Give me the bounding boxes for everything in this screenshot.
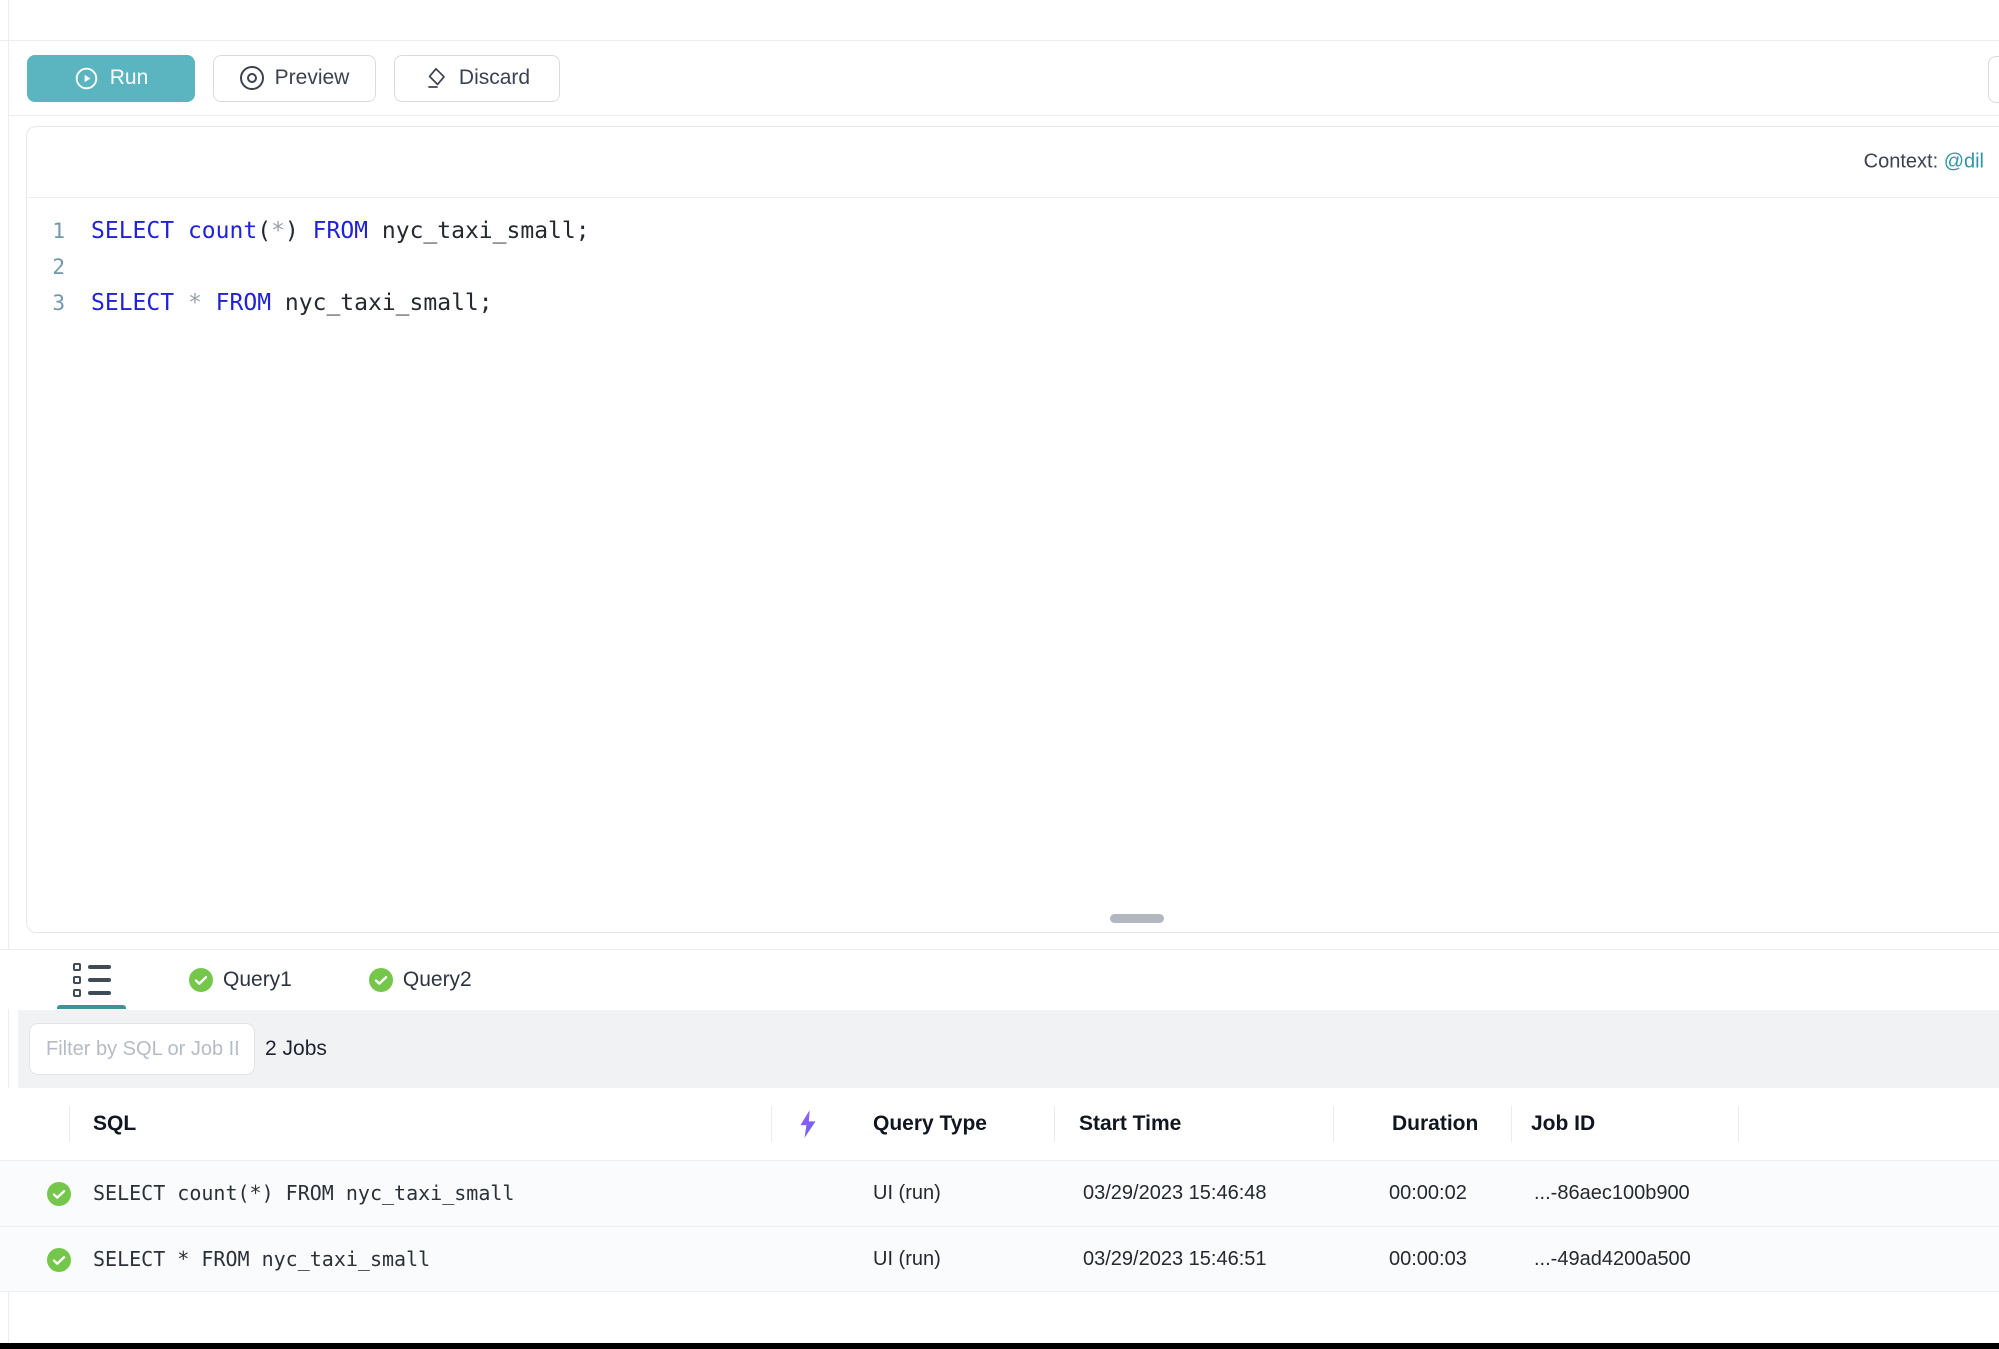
tab-query2[interactable]: Query2 bbox=[369, 950, 472, 1009]
success-check-icon bbox=[47, 1248, 71, 1272]
active-tab-underline bbox=[57, 1005, 126, 1009]
preview-icon bbox=[240, 66, 264, 90]
code-text: SELECT * FROM nyc_taxi_small; bbox=[91, 285, 493, 321]
editor-context-bar: Context: @dil bbox=[27, 127, 1999, 198]
code-line: 1 SELECT count(*) FROM nyc_taxi_small; bbox=[27, 213, 1999, 249]
bottom-screen-edge bbox=[0, 1343, 1999, 1349]
query-tabs: Query1 Query2 bbox=[189, 950, 472, 1009]
preview-button[interactable]: Preview bbox=[213, 55, 376, 102]
run-button-label: Run bbox=[110, 66, 149, 90]
jobs-table: SQL Query Type Start Time Duration Job I… bbox=[0, 1088, 1999, 1292]
jobs-count: 2 Jobs bbox=[265, 1010, 327, 1088]
results-tabs-bar: Query1 Query2 bbox=[0, 950, 1999, 1009]
run-button[interactable]: Run bbox=[27, 55, 195, 102]
header-query-type: Query Type bbox=[873, 1088, 987, 1160]
column-resize-handle bbox=[1054, 1106, 1055, 1142]
discard-button-label: Discard bbox=[459, 66, 530, 90]
code-line: 2 bbox=[27, 249, 1999, 285]
clipped-toolbar-button[interactable] bbox=[1988, 56, 1999, 103]
cell-job-id: ...-86aec100b900 bbox=[1534, 1161, 1690, 1225]
jobs-table-header: SQL Query Type Start Time Duration Job I… bbox=[0, 1088, 1999, 1160]
header-sql: SQL bbox=[93, 1088, 136, 1160]
header-duration: Duration bbox=[1392, 1088, 1478, 1160]
code-line: 3 SELECT * FROM nyc_taxi_small; bbox=[27, 285, 1999, 321]
tab-label: Query2 bbox=[403, 968, 472, 992]
line-number: 1 bbox=[27, 213, 65, 249]
editor-toolbar: Run Preview Discard bbox=[9, 41, 1999, 116]
lightning-icon bbox=[795, 1109, 821, 1139]
code-lines: 1 SELECT count(*) FROM nyc_taxi_small; 2… bbox=[27, 213, 1999, 321]
cell-query-type: UI (run) bbox=[873, 1161, 941, 1225]
context-link[interactable]: @dil bbox=[1944, 151, 1984, 173]
code-text: SELECT count(*) FROM nyc_taxi_small; bbox=[91, 213, 590, 249]
column-resize-handle bbox=[1738, 1106, 1739, 1142]
success-check-icon bbox=[47, 1182, 71, 1206]
cell-start-time: 03/29/2023 15:46:51 bbox=[1083, 1227, 1267, 1291]
column-resize-handle bbox=[1333, 1106, 1334, 1142]
tab-query1[interactable]: Query1 bbox=[189, 950, 292, 1009]
filter-input[interactable] bbox=[29, 1023, 255, 1075]
column-resize-handle bbox=[69, 1106, 70, 1142]
success-check-icon bbox=[369, 968, 393, 992]
preview-button-label: Preview bbox=[275, 66, 350, 90]
header-start-time: Start Time bbox=[1079, 1088, 1181, 1160]
panel-resize-handle[interactable] bbox=[1110, 914, 1164, 923]
jobs-table-body: SELECT count(*) FROM nyc_taxi_small UI (… bbox=[0, 1160, 1999, 1292]
column-resize-handle bbox=[1511, 1106, 1512, 1142]
context-caption: Context: @dil bbox=[1864, 151, 1984, 174]
context-label: Context: bbox=[1864, 151, 1938, 173]
play-circle-icon bbox=[74, 66, 99, 91]
list-icon bbox=[73, 963, 111, 997]
table-row[interactable]: SELECT count(*) FROM nyc_taxi_small UI (… bbox=[0, 1160, 1999, 1226]
sql-code-editor[interactable]: 1 SELECT count(*) FROM nyc_taxi_small; 2… bbox=[27, 198, 1999, 321]
cell-sql: SELECT count(*) FROM nyc_taxi_small bbox=[93, 1161, 514, 1225]
sql-editor-card: Context: @dil 1 SELECT count(*) FROM nyc… bbox=[26, 126, 1999, 933]
column-resize-handle bbox=[771, 1106, 772, 1142]
eraser-icon bbox=[424, 66, 448, 90]
cell-query-type: UI (run) bbox=[873, 1227, 941, 1291]
header-job-id: Job ID bbox=[1531, 1088, 1595, 1160]
cell-job-id: ...-49ad4200a500 bbox=[1534, 1227, 1691, 1291]
line-number: 2 bbox=[27, 249, 65, 285]
table-row[interactable]: SELECT * FROM nyc_taxi_small UI (run) 03… bbox=[0, 1226, 1999, 1292]
line-number: 3 bbox=[27, 285, 65, 321]
sql-worksheet-page: Run Preview Discard Context: @dil bbox=[0, 0, 1999, 1349]
success-check-icon bbox=[189, 968, 213, 992]
jobs-filter-bar: 2 Jobs bbox=[18, 1010, 1999, 1088]
tab-label: Query1 bbox=[223, 968, 292, 992]
cell-start-time: 03/29/2023 15:46:48 bbox=[1083, 1161, 1267, 1225]
cell-sql: SELECT * FROM nyc_taxi_small bbox=[93, 1227, 430, 1291]
cell-duration: 00:00:02 bbox=[1389, 1161, 1467, 1225]
discard-button[interactable]: Discard bbox=[394, 55, 560, 102]
tab-job-list[interactable] bbox=[48, 950, 136, 1009]
cell-duration: 00:00:03 bbox=[1389, 1227, 1467, 1291]
